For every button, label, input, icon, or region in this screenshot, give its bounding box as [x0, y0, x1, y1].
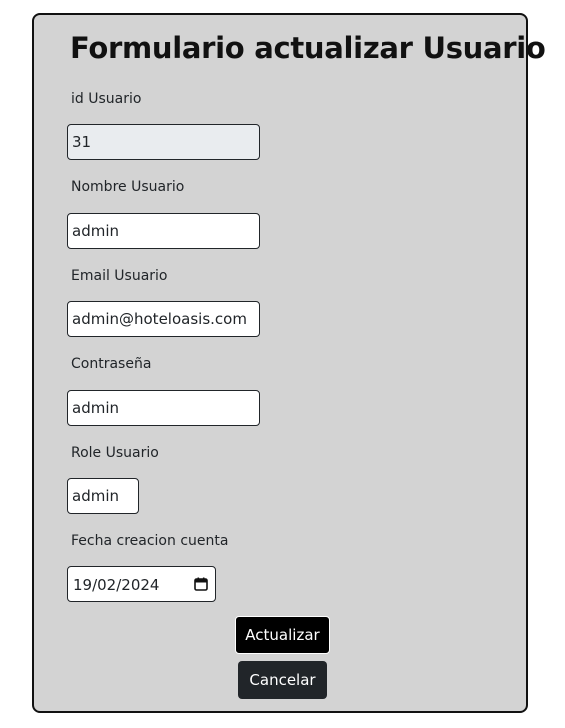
role-usuario-field[interactable] — [67, 478, 139, 514]
cancelar-button[interactable]: Cancelar — [238, 661, 327, 699]
nombre-usuario-field[interactable] — [67, 213, 260, 249]
id-usuario-label: id Usuario — [71, 91, 142, 107]
role-usuario-label: Role Usuario — [71, 445, 159, 461]
actualizar-button[interactable]: Actualizar — [235, 616, 330, 654]
email-usuario-field[interactable] — [67, 301, 260, 337]
fecha-creacion-label: Fecha creacion cuenta — [71, 533, 229, 549]
page-title: Formulario actualizar Usuario — [70, 31, 546, 65]
nombre-usuario-label: Nombre Usuario — [71, 179, 185, 195]
form-card: Formulario actualizar Usuario id Usuario… — [32, 13, 546, 713]
fecha-creacion-field[interactable]: 19/02/2024 — [67, 566, 216, 602]
id-usuario-field[interactable] — [67, 124, 260, 160]
calendar-icon[interactable] — [194, 577, 208, 591]
fecha-creacion-value: 19/02/2024 — [73, 576, 160, 594]
contrasena-field[interactable] — [67, 390, 260, 426]
email-usuario-label: Email Usuario — [71, 268, 168, 284]
contrasena-label: Contraseña — [71, 356, 152, 372]
